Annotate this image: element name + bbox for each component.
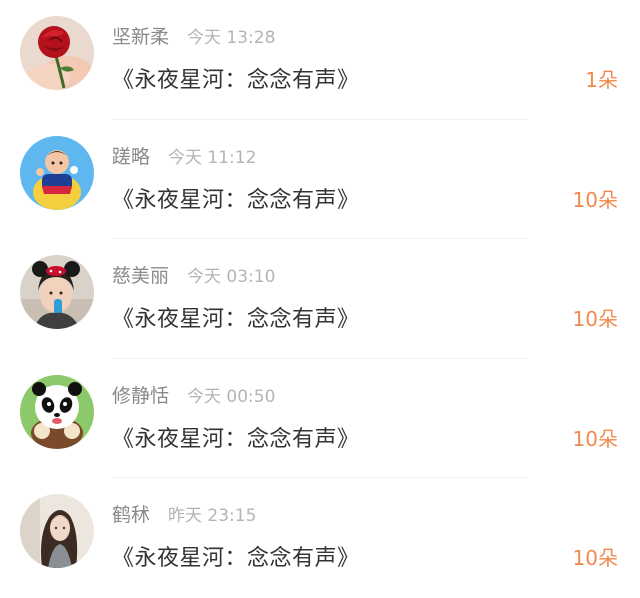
user-name[interactable]: 蹉略 (112, 142, 150, 169)
child-photo-avatar-icon[interactable] (20, 255, 94, 330)
flower-count: 10朵 (572, 546, 618, 571)
user-name[interactable]: 修静恬 (112, 381, 169, 408)
list-item[interactable]: 修静恬 今天 00:50 《永夜星河：念念有声》 10朵 (0, 359, 640, 479)
list-item[interactable]: 蹉略 今天 11:12 《永夜星河：念念有声》 10朵 (0, 120, 640, 240)
flower-count: 10朵 (572, 307, 618, 332)
timestamp: 今天 13:28 (187, 28, 276, 48)
cartoon-character-avatar-icon[interactable] (20, 135, 94, 210)
timestamp: 今天 00:50 (187, 386, 276, 407)
user-name[interactable]: 鹤秫 (112, 500, 150, 527)
work-title[interactable]: 《永夜星河：念念有声》 (112, 182, 360, 214)
timestamp: 昨天 23:15 (168, 506, 257, 527)
list-item[interactable]: 坚新柔 今天 13:28 《永夜星河：念念有声》 1朵 (0, 0, 640, 120)
panda-avatar-icon[interactable] (20, 374, 94, 449)
work-title[interactable]: 《永夜星河：念念有声》 (112, 421, 360, 453)
timestamp: 今天 03:10 (187, 267, 276, 288)
user-name[interactable]: 坚新柔 (112, 22, 169, 49)
timestamp: 今天 11:12 (168, 147, 257, 168)
work-title[interactable]: 《永夜星河：念念有声》 (112, 62, 360, 94)
list-item[interactable]: 慈美丽 今天 03:10 《永夜星河：念念有声》 10朵 (0, 239, 640, 359)
girl-photo-avatar-icon[interactable] (20, 494, 94, 569)
work-title[interactable]: 《永夜星河：念念有声》 (112, 540, 360, 572)
user-name[interactable]: 慈美丽 (112, 261, 169, 288)
flower-count: 10朵 (572, 426, 618, 451)
rose-avatar-icon[interactable] (20, 16, 94, 90)
flower-count: 1朵 (585, 68, 618, 92)
gift-record-list: 坚新柔 今天 13:28 《永夜星河：念念有声》 1朵 蹉略 今天 11:12 … (0, 0, 640, 591)
list-item[interactable]: 鹤秫 昨天 23:15 《永夜星河：念念有声》 10朵 (0, 478, 640, 598)
flower-count: 10朵 (572, 187, 618, 212)
work-title[interactable]: 《永夜星河：念念有声》 (112, 301, 360, 333)
